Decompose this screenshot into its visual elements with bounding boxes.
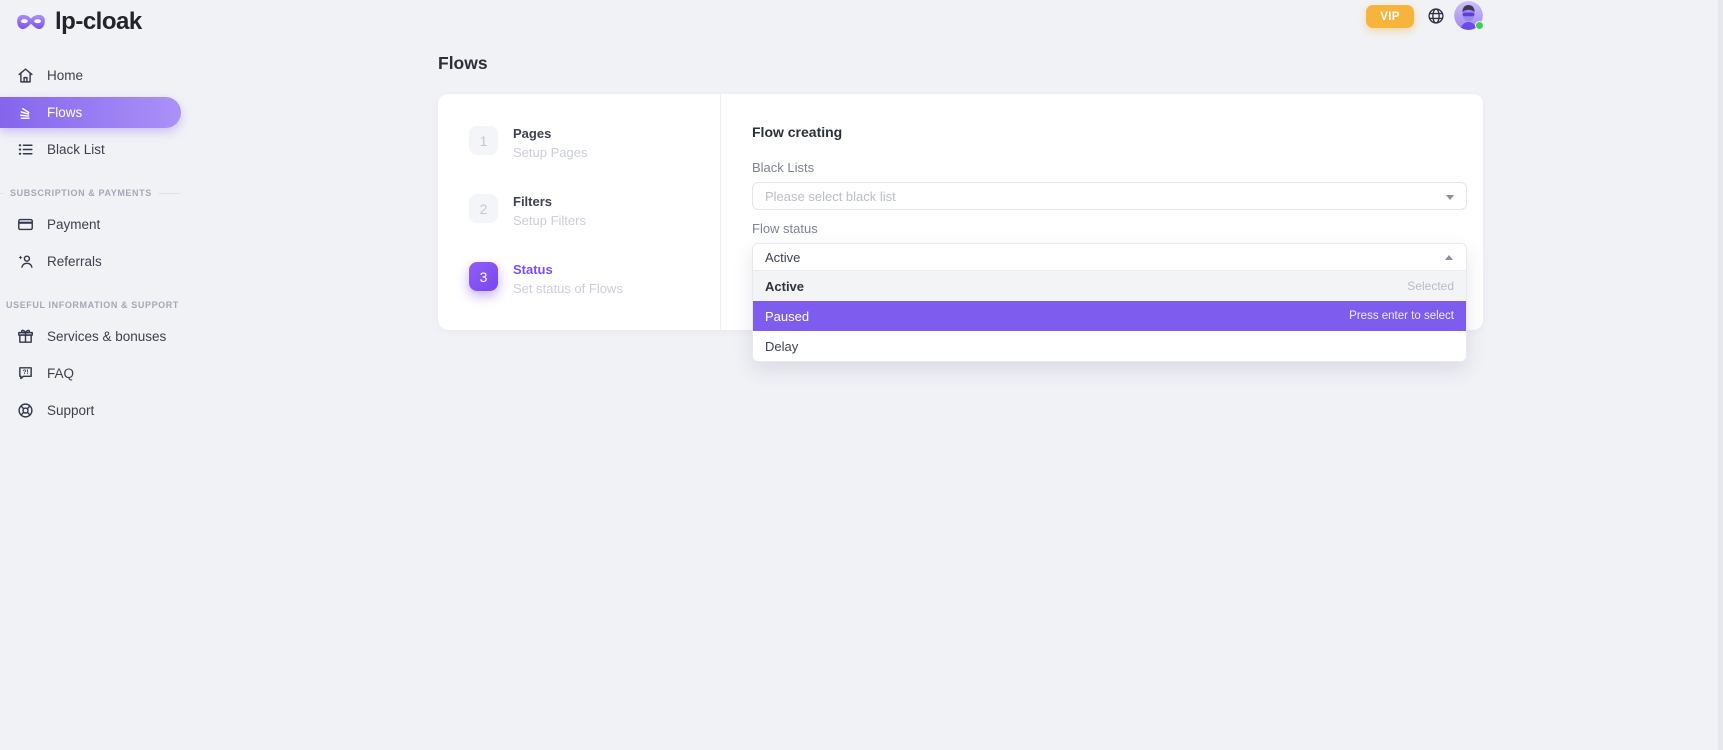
option-paused[interactable]: Paused Press enter to select — [753, 301, 1466, 331]
sidebar-item-label: Support — [47, 403, 94, 418]
sidebar-item-label: Payment — [47, 217, 100, 232]
section-label: SUBSCRIPTION & PAYMENTS — [10, 188, 152, 198]
flow-status-value: Active — [765, 250, 800, 265]
step-subtitle: Set status of Flows — [513, 281, 623, 296]
chevron-up-icon — [1445, 255, 1453, 260]
language-globe-icon[interactable] — [1427, 7, 1445, 25]
flow-status-dropdown: Active Active Selected Paused Press ente… — [752, 243, 1467, 362]
step-pages[interactable]: 1 Pages Setup Pages — [469, 126, 720, 160]
sidebar-item-support[interactable]: Support — [0, 392, 200, 429]
option-label: Paused — [765, 309, 809, 324]
brand-name: lp-cloak — [55, 8, 142, 36]
step-title: Pages — [513, 127, 587, 141]
step-title: Filters — [513, 195, 586, 209]
sidebar-item-black-list[interactable]: Black List — [0, 131, 200, 168]
option-label: Active — [765, 279, 804, 294]
flows-stack-icon — [17, 104, 34, 121]
sidebar-item-label: Black List — [47, 142, 105, 157]
option-active[interactable]: Active Selected — [753, 271, 1466, 301]
sidebar-item-label: Home — [47, 68, 83, 83]
option-delay[interactable]: Delay — [753, 331, 1466, 361]
list-icon — [17, 141, 34, 158]
lifebuoy-icon — [17, 402, 34, 419]
step-number: 2 — [469, 194, 498, 223]
faq-glyph: ?! — [23, 369, 29, 376]
sidebar-section-subscription-payments: SUBSCRIPTION & PAYMENTS — [0, 188, 181, 198]
sidebar-item-flows[interactable]: Flows — [0, 97, 181, 128]
chevron-down-icon — [1446, 195, 1454, 200]
online-status-dot — [1475, 21, 1484, 30]
form-title: Flow creating — [752, 124, 1467, 140]
black-lists-label: Black Lists — [752, 160, 1467, 175]
sidebar-item-label: Referrals — [47, 254, 102, 269]
step-number: 1 — [469, 126, 498, 155]
scrollbar[interactable] — [1718, 0, 1723, 750]
black-lists-select[interactable] — [752, 182, 1467, 210]
sidebar-item-label: FAQ — [47, 366, 74, 381]
sidebar-item-label: Services & bonuses — [47, 329, 166, 344]
step-title: Status — [513, 263, 623, 277]
flow-status-label: Flow status — [752, 221, 1467, 236]
stepper: 1 Pages Setup Pages 2 Filters Setup Filt… — [438, 94, 721, 330]
avatar[interactable] — [1454, 1, 1483, 30]
sidebar-item-services-bonuses[interactable]: Services & bonuses — [0, 318, 200, 355]
sidebar-item-faq[interactable]: ?! FAQ — [0, 355, 200, 392]
option-label: Delay — [765, 339, 798, 354]
step-number: 3 — [469, 262, 498, 291]
sidebar: lp-cloak Home Flows Black List SUBSCRIPT… — [0, 0, 200, 750]
flow-status-select[interactable]: Active — [753, 244, 1466, 271]
vip-button[interactable]: VIP — [1366, 5, 1414, 28]
faq-bubble-icon: ?! — [17, 365, 34, 382]
home-icon — [17, 67, 34, 84]
sidebar-section-useful-information: USEFUL INFORMATION & SUPPORT — [0, 300, 181, 310]
sidebar-item-referrals[interactable]: Referrals — [0, 243, 200, 280]
main-content: Flows 1 Pages Setup Pages 2 Filters Setu… — [438, 52, 1483, 330]
sidebar-nav: Home Flows Black List SUBSCRIPTION & PAY… — [0, 57, 200, 429]
flow-creating-form: Flow creating Black Lists Flow status Ac… — [752, 124, 1467, 362]
sidebar-item-home[interactable]: Home — [0, 57, 200, 94]
step-status[interactable]: 3 Status Set status of Flows — [469, 262, 720, 296]
referral-user-icon — [17, 253, 34, 270]
press-enter-hint: Press enter to select — [1349, 310, 1454, 322]
credit-card-icon — [17, 216, 34, 233]
gift-icon — [17, 328, 34, 345]
selected-badge: Selected — [1407, 279, 1454, 293]
black-lists-input[interactable] — [752, 182, 1467, 210]
section-label: USEFUL INFORMATION & SUPPORT — [6, 300, 179, 310]
sidebar-item-payment[interactable]: Payment — [0, 206, 200, 243]
brand-logo[interactable]: lp-cloak — [0, 6, 200, 38]
mask-logo-icon — [16, 12, 46, 33]
step-subtitle: Setup Filters — [513, 213, 586, 228]
step-subtitle: Setup Pages — [513, 145, 587, 160]
page-title: Flows — [438, 52, 1483, 74]
sidebar-item-label: Flows — [47, 105, 82, 120]
step-filters[interactable]: 2 Filters Setup Filters — [469, 194, 720, 228]
flow-card: 1 Pages Setup Pages 2 Filters Setup Filt… — [438, 94, 1483, 330]
